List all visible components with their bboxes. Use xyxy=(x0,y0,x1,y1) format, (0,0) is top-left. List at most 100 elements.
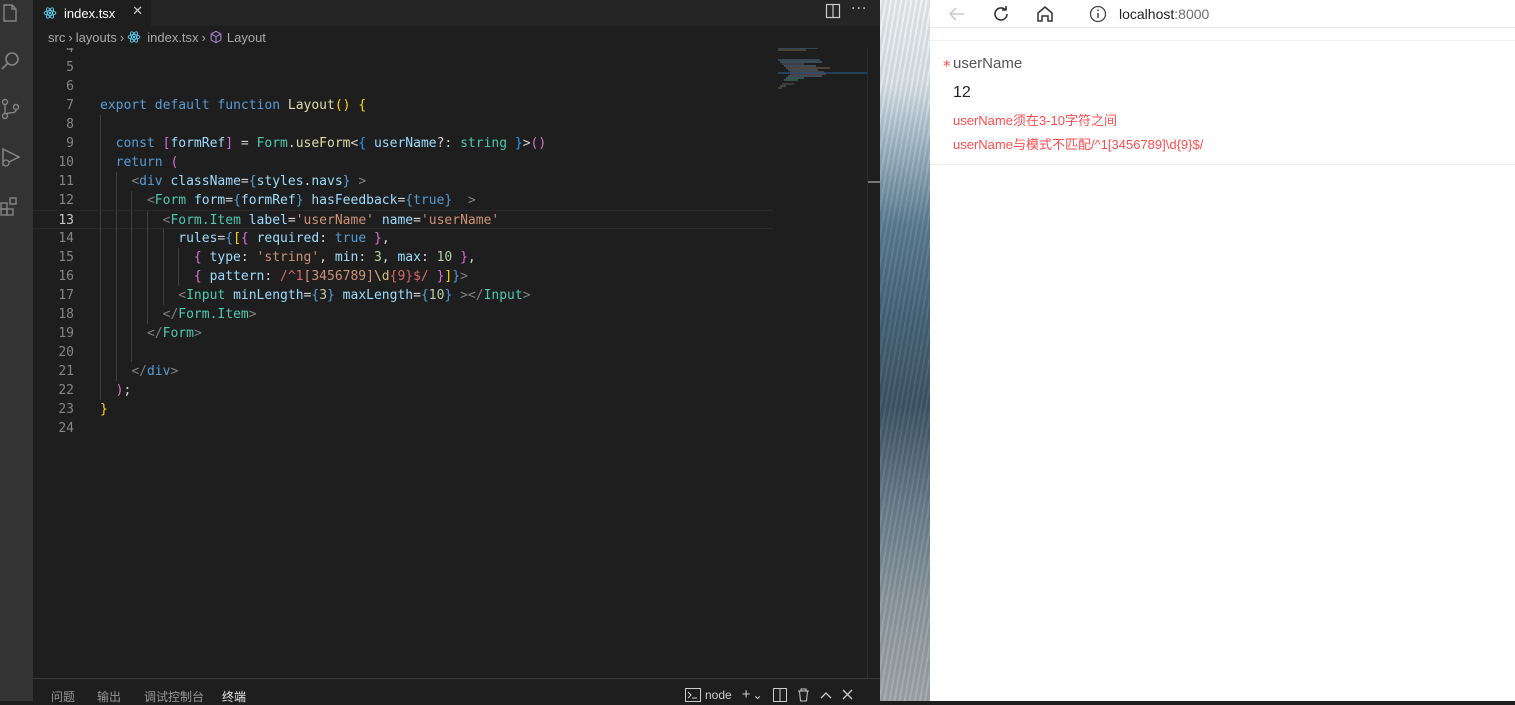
desktop-wallpaper xyxy=(880,0,930,701)
line-number: 13 xyxy=(58,213,74,228)
line-code: <div className={styles.navs} > xyxy=(131,174,367,189)
minimap[interactable] xyxy=(778,48,867,168)
code-line[interactable]: 8 xyxy=(33,115,773,134)
back-arrow-icon[interactable] xyxy=(947,4,967,24)
code-line[interactable]: 5 xyxy=(33,58,773,77)
line-number: 24 xyxy=(58,421,74,436)
split-terminal-icon[interactable] xyxy=(772,687,787,702)
code-line[interactable]: 9 const [formRef] = Form.useForm<{ userN… xyxy=(33,134,773,153)
close-panel-icon[interactable] xyxy=(842,689,853,700)
breadcrumb: src › layouts › index.tsx › Layout xyxy=(33,26,880,48)
line-code: return ( xyxy=(115,155,179,170)
code-line[interactable]: 17 <Input minLength={3} maxLength={10} >… xyxy=(33,286,773,305)
line-code: } xyxy=(100,402,108,417)
line-code: <Form.Item label='userName' name='userNa… xyxy=(162,213,500,228)
code-line[interactable]: 15 { type: 'string', min: 3, max: 10 }, xyxy=(33,248,773,267)
code-line[interactable]: 24 xyxy=(33,419,773,438)
code-editor[interactable]: 4 5 6 7 export default function Layout() {8 9… xyxy=(33,48,867,678)
chevron-right-icon: › xyxy=(119,29,125,45)
code-line[interactable]: 21 </div> xyxy=(33,362,773,381)
editor-scrollbar[interactable] xyxy=(867,48,880,678)
terminal-toolbar: node + ⌄ xyxy=(685,686,863,703)
line-number: 17 xyxy=(58,288,74,303)
browser-window: localhost:8000 * userName userName须在3-10… xyxy=(930,0,1515,701)
tab-debug-console[interactable]: 调试控制台 xyxy=(144,688,204,705)
indent-guide xyxy=(100,115,101,134)
code-line[interactable]: 13 <Form.Item label='userName' name='use… xyxy=(33,210,773,230)
terminal-icon xyxy=(685,687,701,702)
chevron-down-icon[interactable]: ⌄ xyxy=(752,688,762,702)
line-number: 12 xyxy=(58,193,74,208)
breadcrumb-file[interactable]: index.tsx xyxy=(147,30,198,45)
code-line[interactable]: 20 xyxy=(33,343,773,362)
tab-close-icon[interactable]: ✕ xyxy=(132,4,143,19)
code-line[interactable]: 12 <Form form={formRef} hasFeedback={tru… xyxy=(33,191,773,210)
code-line[interactable]: 10 return ( xyxy=(33,153,773,172)
code-line[interactable]: 11 <div className={styles.navs} > xyxy=(33,172,773,191)
tab-label: index.tsx xyxy=(64,5,116,21)
line-code: </Form> xyxy=(146,326,202,341)
line-code: <Form form={formRef} hasFeedback={true} … xyxy=(146,193,476,208)
chevron-right-icon: › xyxy=(201,29,206,45)
code-line[interactable]: 7 export default function Layout() { xyxy=(33,96,773,115)
field-label: userName xyxy=(953,55,1023,72)
panel-tab-bar: 问题 输出 调试控制台 终端 node + ⌄ xyxy=(33,678,880,704)
url-host: localhost xyxy=(1119,6,1175,22)
required-mark: * xyxy=(943,57,951,75)
line-code: </Form.Item> xyxy=(162,307,257,322)
indent-guide xyxy=(115,343,117,362)
source-control-icon[interactable] xyxy=(0,98,22,120)
code-line[interactable]: 23} xyxy=(33,400,773,419)
new-terminal-icon[interactable]: + xyxy=(742,686,751,703)
tab-output[interactable]: 输出 xyxy=(97,688,121,705)
code-line[interactable]: 4 xyxy=(33,48,773,58)
code-line[interactable]: 14 rules={[{ required: true }, xyxy=(33,229,773,248)
error-message-pattern: userName与模式不匹配/^1[3456789]\d{9}$/ xyxy=(953,137,1204,152)
vscode-window: index.tsx ✕ ··· src › layouts › index.ts… xyxy=(0,0,880,704)
line-number: 22 xyxy=(58,383,74,398)
line-number: 6 xyxy=(66,79,74,94)
tab-problems[interactable]: 问题 xyxy=(51,688,75,705)
tab-index-tsx[interactable]: index.tsx ✕ xyxy=(33,0,151,26)
editor-tab-strip: index.tsx ✕ ··· xyxy=(33,0,880,26)
breadcrumb-layouts[interactable]: layouts xyxy=(76,30,117,45)
reload-icon[interactable] xyxy=(991,4,1011,24)
search-icon[interactable] xyxy=(0,50,22,72)
trash-icon[interactable] xyxy=(797,688,810,702)
address-bar[interactable]: localhost:8000 xyxy=(1073,0,1515,28)
explorer-icon[interactable] xyxy=(0,2,22,24)
code-line[interactable]: 6 xyxy=(33,77,773,96)
more-actions-icon[interactable]: ··· xyxy=(851,1,867,17)
line-number: 15 xyxy=(58,250,74,265)
line-code: </div> xyxy=(131,364,179,379)
line-number: 5 xyxy=(66,60,74,75)
extensions-icon[interactable] xyxy=(0,194,22,216)
line-number: 16 xyxy=(58,269,74,284)
line-code: ); xyxy=(115,383,132,398)
home-icon[interactable] xyxy=(1035,4,1055,24)
error-message-length: userName须在3-10字符之间 xyxy=(953,113,1117,128)
site-info-icon[interactable] xyxy=(1089,5,1107,23)
form-item-username: * userName userName须在3-10字符之间 userName与模… xyxy=(930,41,1515,165)
terminal-name[interactable]: node xyxy=(705,688,732,702)
code-line[interactable]: 16 { pattern: /^1[3456789]\d{9}$/ }]}> xyxy=(33,267,773,286)
tab-terminal[interactable]: 终端 xyxy=(222,688,246,705)
chevron-up-icon[interactable] xyxy=(820,690,832,700)
line-number: 19 xyxy=(58,326,74,341)
breadcrumb-src[interactable]: src xyxy=(48,30,65,45)
line-number: 7 xyxy=(66,98,74,113)
split-editor-icon[interactable] xyxy=(825,3,841,19)
code-line[interactable]: 18 </Form.Item> xyxy=(33,305,773,324)
indent-guide xyxy=(100,343,101,362)
run-debug-icon[interactable] xyxy=(0,146,22,168)
indent-guide xyxy=(131,343,133,362)
breadcrumb-symbol[interactable]: Layout xyxy=(227,30,266,45)
react-file-icon xyxy=(43,7,57,19)
chevron-right-icon: › xyxy=(68,29,73,45)
line-code: <Input minLength={3} maxLength={10} ></I… xyxy=(178,288,531,303)
code-line[interactable]: 22 ); xyxy=(33,381,773,400)
username-input[interactable] xyxy=(953,80,1253,106)
activity-bar xyxy=(0,0,33,701)
line-number: 23 xyxy=(58,402,74,417)
code-line[interactable]: 19 </Form> xyxy=(33,324,773,343)
